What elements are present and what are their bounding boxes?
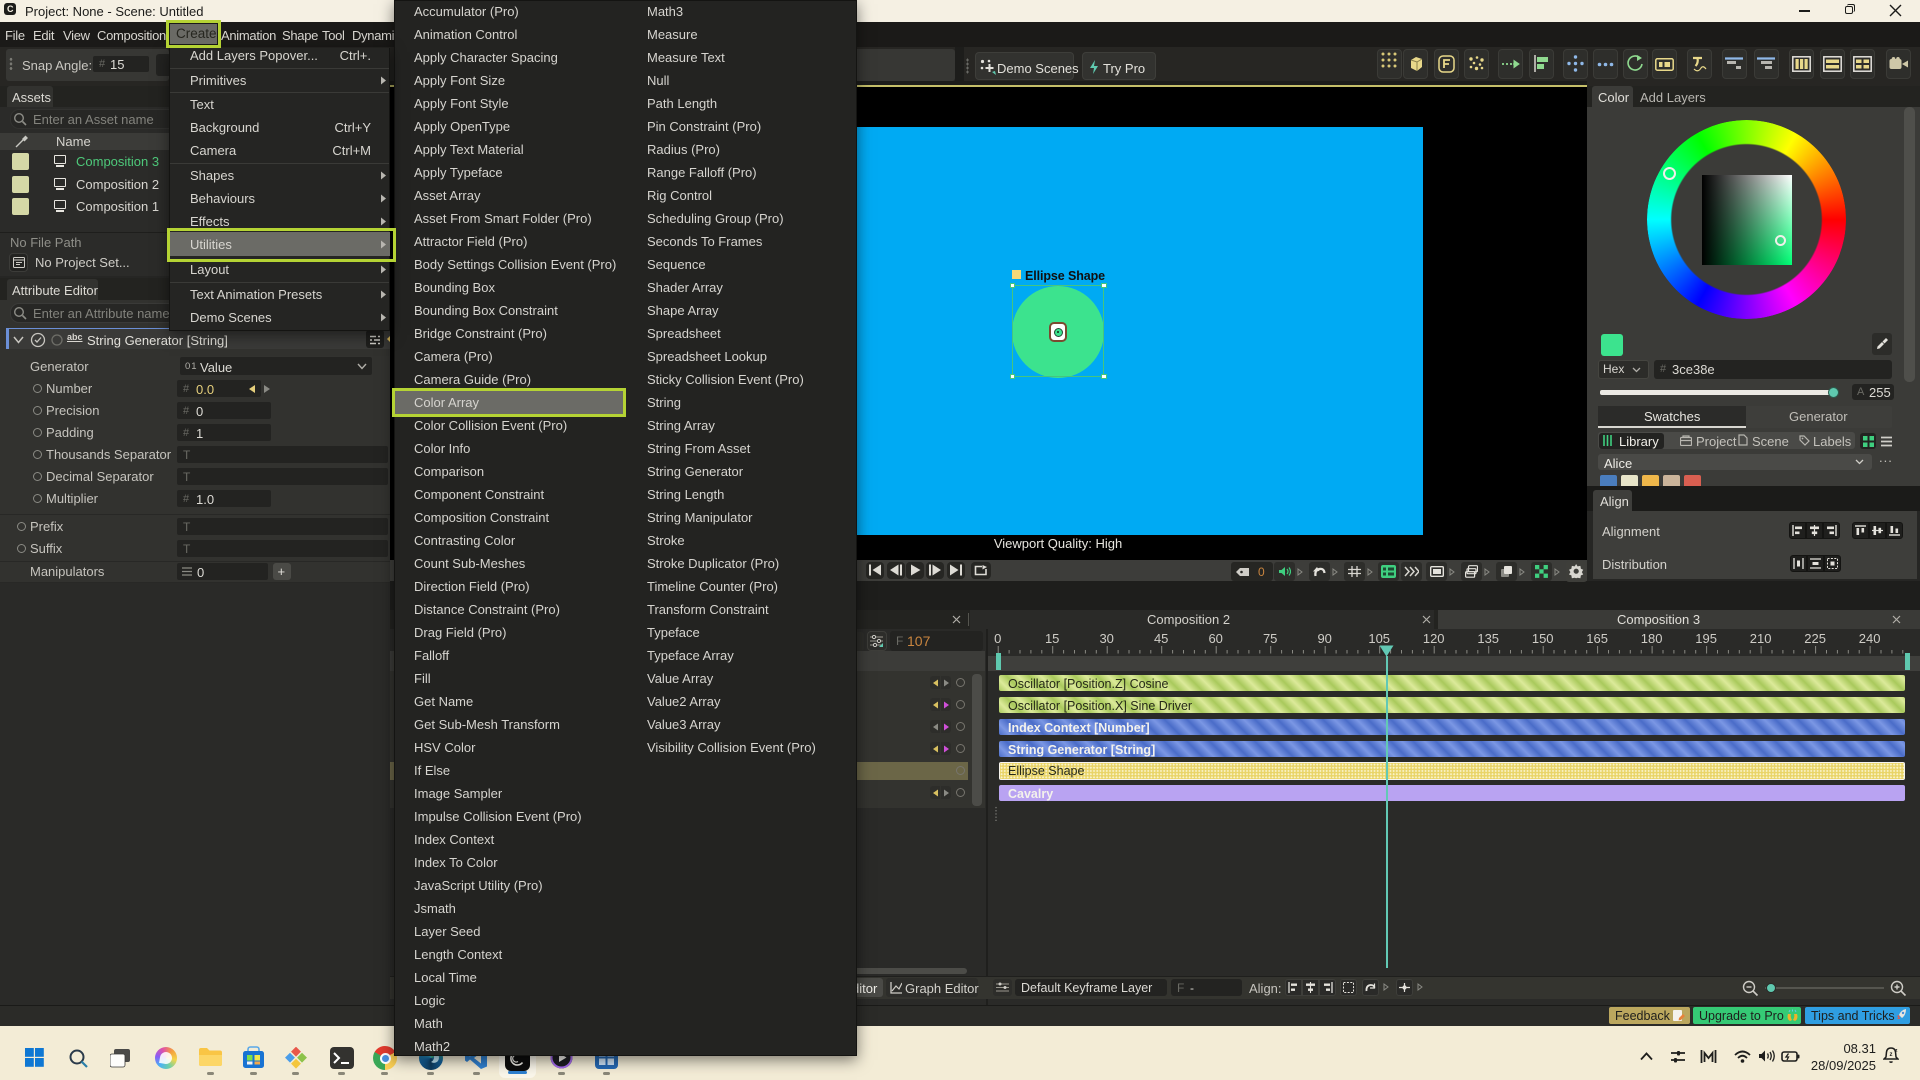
svg-text:z: z <box>1890 1052 1893 1058</box>
svg-text:z: z <box>1895 1048 1898 1054</box>
